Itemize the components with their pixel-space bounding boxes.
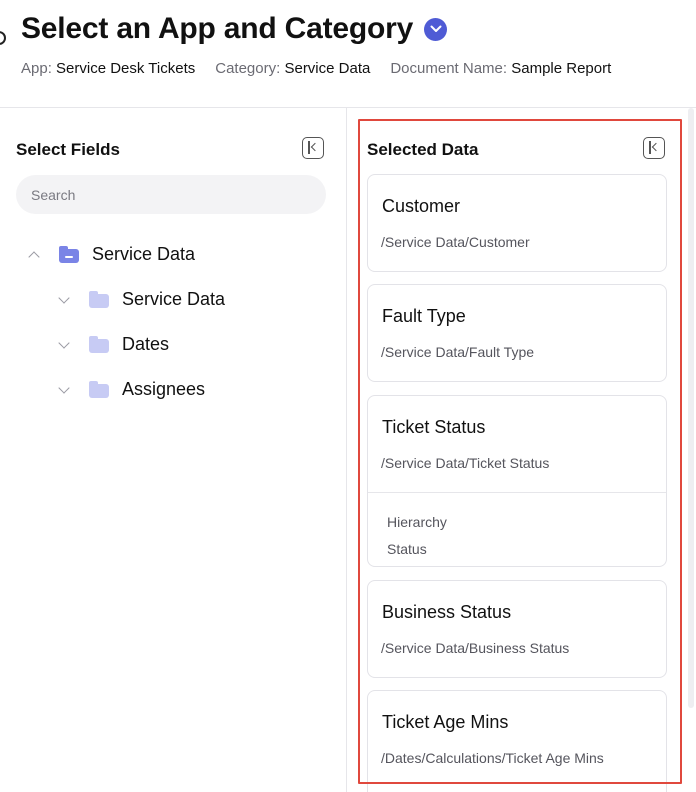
meta-category-label: Category: — [215, 60, 281, 77]
meta-category-value: Service Data — [284, 60, 371, 77]
chevron-left-icon — [310, 142, 320, 152]
card-title: Fault Type — [382, 306, 466, 326]
card-title: Customer — [382, 196, 461, 216]
card-path: /Service Data/Business Status — [381, 640, 570, 656]
search-input[interactable] — [16, 175, 326, 214]
card-path: /Dates/Calculations/Ticket Age Mins — [381, 750, 604, 766]
folder-icon — [89, 336, 109, 353]
collapse-right-panel-button[interactable] — [643, 137, 665, 159]
selected-field-card[interactable]: Fault Type /Service Data/Fault Type — [367, 284, 667, 382]
scrollbar[interactable] — [688, 108, 694, 708]
title-row: Select an App and Category — [21, 12, 448, 46]
tree-node-label: Dates — [122, 334, 170, 354]
back-icon[interactable] — [0, 31, 6, 45]
tree-node-label: Assignees — [122, 379, 206, 399]
chevron-down-icon — [430, 25, 442, 32]
title-dropdown-button[interactable] — [424, 17, 448, 41]
card-path: /Service Data/Customer — [381, 234, 530, 250]
card-divider — [368, 492, 666, 493]
meta-app-value: Service Desk Tickets — [56, 60, 196, 77]
tree-node-dates[interactable]: Dates — [57, 334, 169, 355]
meta-app-label: App: — [21, 60, 52, 77]
card-path: /Service Data/Ticket Status — [381, 455, 550, 471]
selected-data-title: Selected Data — [367, 140, 479, 159]
card-title: Business Status — [382, 602, 512, 622]
meta-app: App: Service Desk Tickets — [21, 60, 195, 77]
folder-icon — [89, 291, 109, 308]
page-title: Select an App and Category — [21, 12, 414, 45]
card-sub-item-hierarchy[interactable]: Hierarchy — [387, 514, 447, 530]
card-title: Ticket Status — [382, 417, 486, 437]
meta-document-label: Document Name: — [390, 60, 508, 77]
meta-row: App: Service Desk Tickets Category: Serv… — [21, 60, 631, 77]
chevron-down-icon[interactable] — [57, 338, 71, 352]
tree-node-assignees[interactable]: Assignees — [57, 379, 205, 400]
select-fields-title: Select Fields — [16, 140, 120, 159]
card-title: Ticket Age Mins — [382, 712, 509, 732]
select-fields-panel: Select Fields Service Data Service Data … — [0, 108, 347, 792]
folder-open-icon — [59, 246, 79, 263]
card-sub-item-status[interactable]: Status — [387, 541, 427, 557]
tree-node-label: Service Data — [92, 244, 196, 264]
tree-node-service-data[interactable]: Service Data — [57, 289, 225, 310]
meta-document: Document Name: Sample Report — [390, 60, 611, 77]
selected-field-card[interactable]: Ticket Age Mins /Dates/Calculations/Tick… — [367, 690, 667, 792]
selected-field-card[interactable]: Customer /Service Data/Customer — [367, 174, 667, 272]
chevron-left-icon — [651, 142, 661, 152]
selected-field-card[interactable]: Business Status /Service Data/Business S… — [367, 580, 667, 678]
card-path: /Service Data/Fault Type — [381, 344, 535, 360]
chevron-up-icon[interactable] — [27, 248, 41, 262]
selected-field-card[interactable]: Ticket Status /Service Data/Ticket Statu… — [367, 395, 667, 567]
tree-node-service-data-root[interactable]: Service Data — [27, 244, 195, 265]
page-header: Select an App and Category App: Service … — [0, 0, 696, 108]
collapse-left-panel-button[interactable] — [302, 137, 324, 159]
chevron-down-icon[interactable] — [57, 383, 71, 397]
meta-category: Category: Service Data — [215, 60, 370, 77]
folder-icon — [89, 381, 109, 398]
meta-document-value: Sample Report — [511, 60, 612, 77]
chevron-down-icon[interactable] — [57, 293, 71, 307]
tree-node-label: Service Data — [122, 289, 226, 309]
